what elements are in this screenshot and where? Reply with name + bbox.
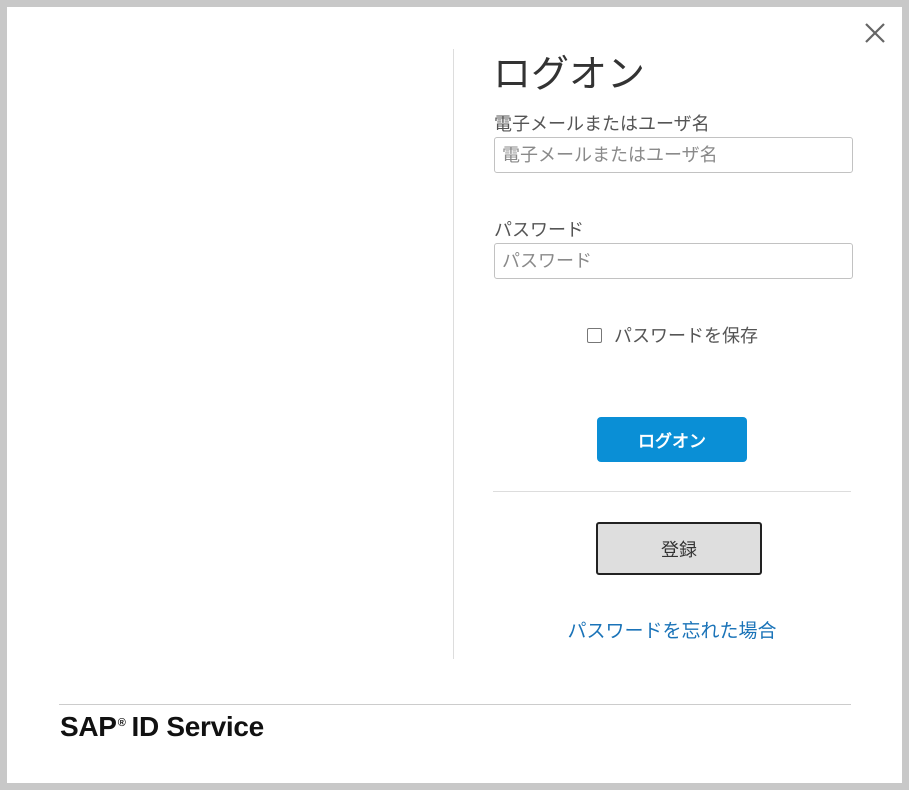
password-input[interactable]	[494, 243, 853, 279]
horizontal-divider	[493, 491, 851, 492]
logon-dialog: ログオン 電子メールまたはユーザ名 パスワード パスワードを保存 ログオン 登録…	[7, 7, 902, 783]
footer-divider	[59, 704, 851, 705]
brand-sap: SAP	[60, 711, 117, 742]
page-title: ログオン	[493, 52, 646, 96]
password-label: パスワード	[494, 220, 584, 241]
remember-password-checkbox[interactable]	[587, 327, 602, 343]
close-button[interactable]	[863, 21, 887, 45]
username-input[interactable]	[494, 137, 853, 173]
username-label: 電子メールまたはユーザ名	[494, 114, 710, 135]
vertical-divider	[453, 49, 454, 659]
register-button[interactable]: 登録	[596, 522, 762, 575]
logon-button[interactable]: ログオン	[597, 417, 747, 462]
close-icon	[865, 23, 885, 43]
remember-password-row: パスワードを保存	[587, 323, 758, 347]
remember-password-label[interactable]: パスワードを保存	[614, 322, 758, 348]
sap-id-service-logo: SAP® ID Service	[60, 711, 264, 743]
forgot-password-link[interactable]: パスワードを忘れた場合	[493, 616, 851, 643]
brand-service: ID Service	[131, 711, 265, 742]
brand-registered-mark: ®	[117, 716, 126, 729]
